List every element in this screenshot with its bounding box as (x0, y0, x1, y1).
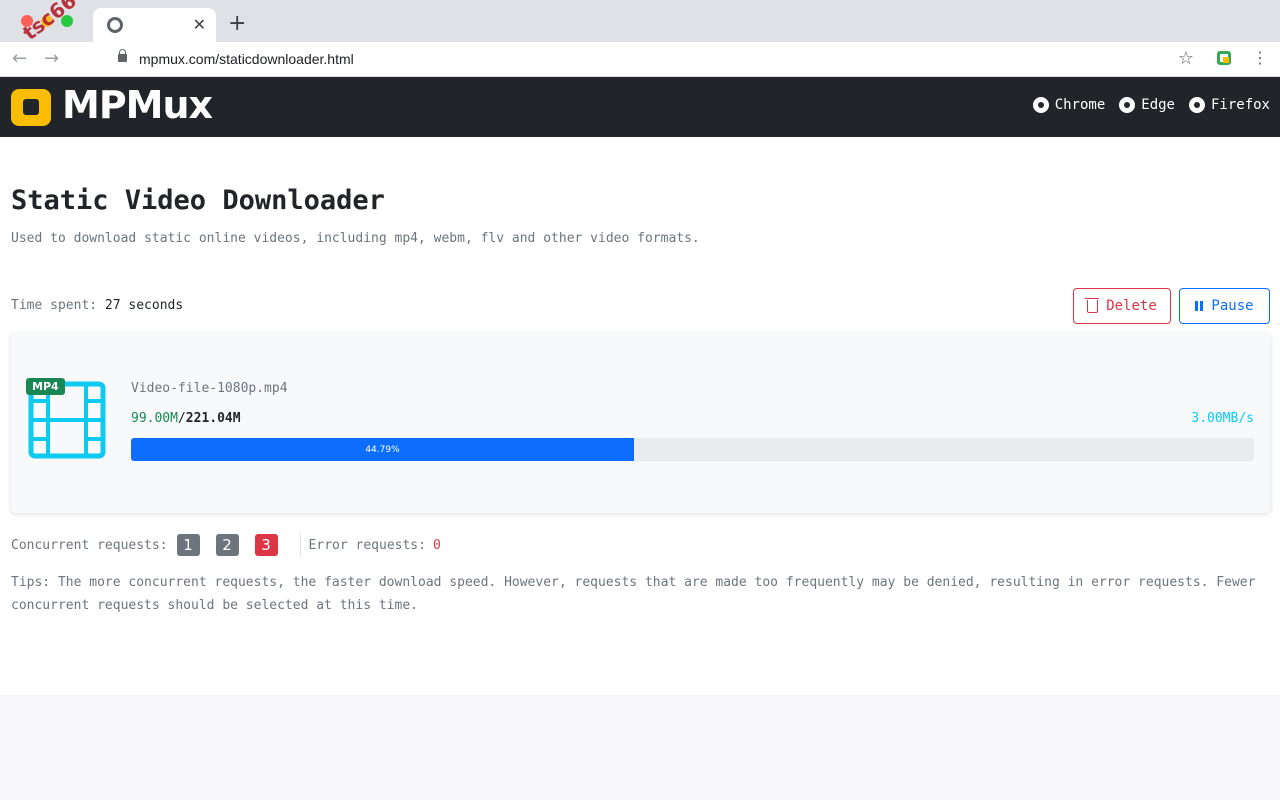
new-tab-button[interactable]: + (228, 12, 246, 36)
concurrency-label: Concurrent requests: (11, 537, 168, 553)
edge-link[interactable]: Edge (1119, 97, 1175, 113)
url-text: mpmux.com/staticdownloader.html (139, 51, 354, 67)
tab-close-button[interactable]: ✕ (193, 15, 206, 35)
concurrency-option-3[interactable]: 3 (254, 534, 278, 556)
firefox-link[interactable]: Firefox (1188, 97, 1270, 113)
progress-track: 44.79% (131, 438, 1254, 461)
error-requests-label: Error requests: (308, 537, 426, 553)
bookmark-star-icon[interactable]: ☆ (1178, 48, 1194, 69)
size-separator: / (177, 411, 186, 426)
download-size: 99.00M/221.04M (131, 411, 241, 426)
back-arrow-icon[interactable]: ← (12, 48, 27, 70)
logo-text[interactable]: MPMux (62, 83, 213, 127)
tips-text: Tips: The more concurrent requests, the … (11, 575, 1256, 613)
browser-links: Chrome Edge Firefox (1032, 97, 1270, 113)
lock-icon (118, 49, 127, 62)
tab-favicon-icon (107, 17, 123, 33)
firefox-label: Firefox (1210, 97, 1270, 113)
forward-arrow-icon[interactable]: → (44, 48, 59, 70)
edge-label: Edge (1141, 97, 1175, 113)
total-size: 221.04M (185, 411, 241, 426)
url-input[interactable]: mpmux.com/staticdownloader.html ☆ (104, 46, 1204, 74)
pause-button[interactable]: Pause (1179, 288, 1270, 324)
download-speed: 3.00MB/s (1191, 411, 1254, 426)
concurrency-option-1[interactable]: 1 (176, 534, 200, 556)
main-content: Static Video Downloader Used to download… (0, 137, 1280, 695)
progress-bar: 44.79% (131, 438, 634, 461)
divider (299, 533, 301, 557)
delete-button[interactable]: Delete (1073, 288, 1171, 324)
browser-tab[interactable]: ✕ (93, 8, 216, 42)
extension-icon[interactable] (1217, 51, 1231, 65)
chrome-icon (1032, 97, 1049, 113)
time-label: Time spent: (11, 298, 105, 313)
browser-menu-icon[interactable]: ⋮ (1252, 48, 1268, 67)
chrome-label: Chrome (1054, 97, 1106, 113)
file-name: Video-file-1080p.mp4 (131, 381, 288, 396)
error-requests-value: 0 (432, 537, 441, 553)
delete-label: Delete (1106, 298, 1157, 314)
maximize-window-button[interactable] (61, 15, 73, 27)
firefox-icon (1188, 97, 1205, 113)
concurrency-row: Concurrent requests: 1 2 3 Error request… (11, 533, 441, 557)
concurrency-option-2[interactable]: 2 (215, 534, 239, 556)
page-subtitle: Used to download static online videos, i… (11, 231, 700, 246)
pause-icon (1195, 301, 1204, 311)
logo-icon[interactable] (11, 89, 51, 126)
browser-tab-bar: ✕ + (0, 0, 1280, 42)
pause-label: Pause (1211, 298, 1254, 314)
time-value: 27 seconds (104, 298, 184, 313)
page-title: Static Video Downloader (11, 185, 385, 216)
edge-icon (1119, 97, 1136, 113)
download-card: MP4 Video-file-1080p.mp4 99.00M/221.04M … (11, 333, 1270, 513)
address-bar: ← → mpmux.com/staticdownloader.html ☆ ⋮ (0, 42, 1280, 77)
downloaded-size: 99.00M (131, 411, 178, 426)
format-badge: MP4 (26, 378, 65, 395)
time-spent: Time spent: 27 seconds (11, 298, 183, 313)
site-header: MPMux Chrome Edge Firefox (0, 77, 1280, 137)
trash-icon (1085, 297, 1100, 313)
chrome-link[interactable]: Chrome (1032, 97, 1106, 113)
minimize-window-button[interactable] (41, 15, 53, 27)
close-window-button[interactable] (21, 15, 33, 27)
